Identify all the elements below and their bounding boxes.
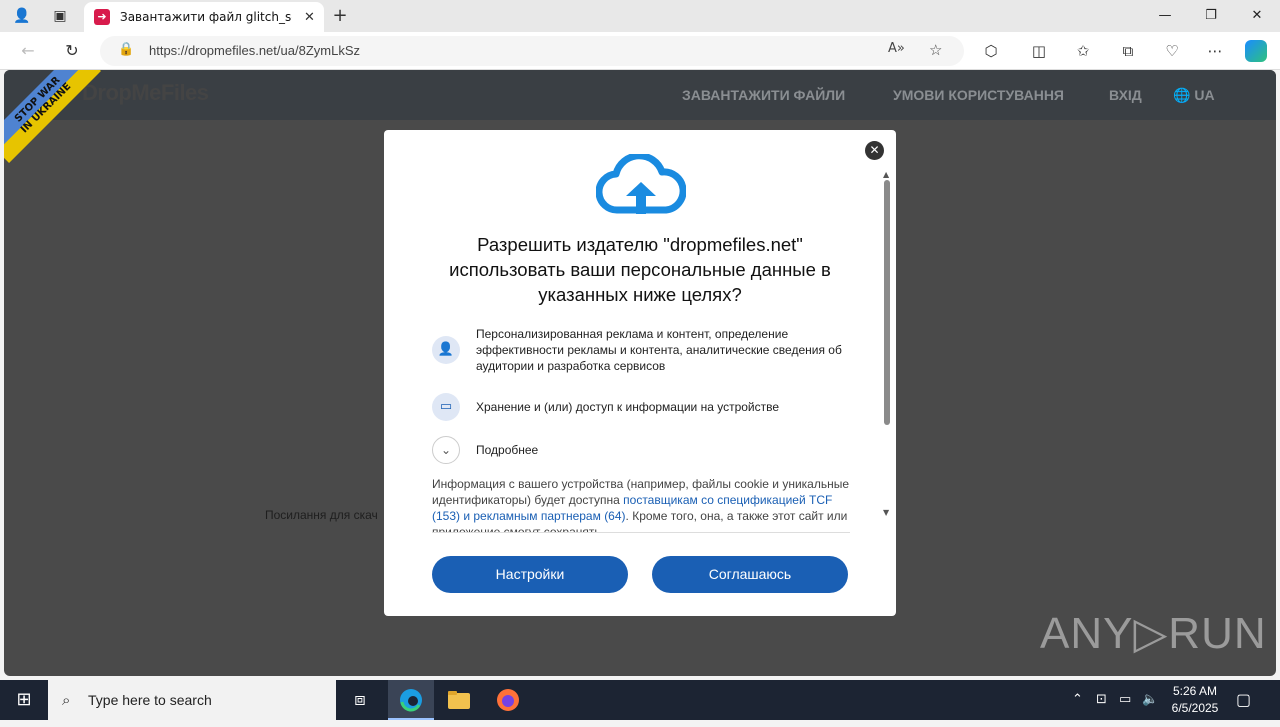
clock-date: 6/5/2025 [1171,701,1219,715]
search-placeholder: Type here to search [88,692,212,708]
purpose-text: Персонализированная реклама и контент, о… [476,327,842,373]
minimize-button[interactable]: — [1142,0,1188,32]
favorite-star-icon[interactable]: ☆ [929,41,942,59]
extensions-icon[interactable]: ⬡ [981,41,1001,61]
site-header: DropMeFiles ЗАВАНТАЖИТИ ФАЙЛИ УМОВИ КОРИ… [4,70,1276,120]
firefox-logo-icon [497,689,519,711]
display-icon[interactable]: ▭ [1119,692,1131,707]
new-tab-button[interactable]: + [330,6,350,26]
tray-overflow-icon[interactable]: ⌃ [1072,692,1083,707]
copilot-icon[interactable] [1245,40,1267,62]
windows-start-icon[interactable]: ⊞ [0,680,48,720]
dialog-title: Разрешить издателю "dropmefiles.net" исп… [449,234,831,305]
devices-icon: ▭ [432,393,460,421]
nav-language[interactable]: 🌐 UA [1173,87,1215,104]
dialog-close-button[interactable]: ✕ [865,141,884,160]
clock-time: 5:26 AM [1172,684,1218,698]
task-view-icon[interactable]: ⧈ [337,680,383,720]
more-menu-icon[interactable]: ⋯ [1205,41,1225,61]
file-explorer-icon[interactable] [436,680,482,720]
more-details-toggle[interactable]: ⌄ Подробнее [432,436,852,464]
person-icon: 👤 [432,336,460,364]
notifications-icon[interactable]: ▢ [1236,690,1251,709]
scroll-thumb[interactable] [884,180,890,425]
profile-icon[interactable]: 👤 [12,6,32,26]
tab-actions-icon[interactable]: ▣ [50,6,70,26]
firefox-app-icon[interactable] [485,680,531,720]
agree-button[interactable]: Соглашаюсь [652,556,848,593]
back-icon[interactable]: ← [17,40,39,62]
purpose-personalized-ads[interactable]: 👤 Персонализированная реклама и контент,… [432,326,852,374]
collections-icon[interactable]: ⧉ [1118,41,1138,61]
split-screen-icon[interactable]: ◫ [1029,41,1049,61]
tab-title: Завантажити файл glitch_screar [120,10,292,24]
refresh-icon[interactable]: ↻ [61,40,83,62]
chevron-down-icon: ⌄ [432,436,460,464]
url-text: https://dropmefiles.net/ua/8ZymLkSz [149,43,360,58]
maximize-button[interactable]: ❐ [1188,0,1234,32]
divider [432,532,850,533]
scroll-down-icon[interactable]: ▼ [883,508,889,517]
nav-login[interactable]: ВХІД [1109,87,1142,103]
nav-upload-files[interactable]: ЗАВАНТАЖИТИ ФАЙЛИ [682,87,845,103]
info-paragraph: Информация с вашего устройства (например… [432,476,850,532]
consent-dialog: ✕ Разрешить издателю "dropmefiles.net" и… [384,130,896,616]
search-icon: ⌕ [62,691,71,709]
site-favicon-icon: ➜ [94,9,110,25]
more-details-label: Подробнее [476,443,539,457]
dialog-scrollbar[interactable]: ▲ ▼ [883,170,891,517]
folder-icon [448,691,470,709]
tab-close-icon[interactable]: ✕ [304,10,315,25]
download-link-label: Посилання для скач [265,508,378,522]
purpose-device-storage[interactable]: ▭ Хранение и (или) доступ к информации н… [432,393,852,421]
windows-taskbar: ⊞ ⌕ Type here to search ⧈ ⌃ ⊡ ▭ 🔈 5:26 A… [0,680,1280,720]
url-field[interactable]: 🔒 https://dropmefiles.net/ua/8ZymLkSz A»… [100,36,964,66]
purpose-text: Хранение и (или) доступ к информации на … [476,400,780,414]
address-bar-row: ← ↻ 🔒 https://dropmefiles.net/ua/8ZymLkS… [0,32,1280,70]
window-close-button[interactable]: ✕ [1234,0,1280,32]
volume-icon[interactable]: 🔈 [1142,692,1158,707]
site-logo[interactable]: DropMeFiles [82,80,209,106]
favorites-icon[interactable]: ✩ [1073,41,1093,61]
logo-part-2: Files [160,80,209,105]
cloud-upload-icon [596,154,686,214]
read-aloud-icon[interactable]: A» [888,41,905,56]
taskbar-clock[interactable]: 5:26 AM 6/5/2025 [1160,683,1230,717]
network-status-icon[interactable]: ⊡ [1096,692,1107,707]
edge-logo-icon [400,689,422,712]
logo-part-1: DropMe [82,80,161,105]
taskbar-search[interactable]: ⌕ Type here to search [48,680,336,720]
browser-tab-bar: 👤 ▣ ➜ Завантажити файл glitch_screar ✕ +… [0,0,1280,32]
anyrun-watermark: ANY▷RUN [1040,609,1267,658]
nav-terms[interactable]: УМОВИ КОРИСТУВАННЯ [893,87,1064,103]
browser-essentials-icon[interactable]: ♡ [1162,41,1182,61]
lock-icon: 🔒 [118,42,135,57]
settings-button[interactable]: Настройки [432,556,628,593]
language-label: UA [1194,87,1215,103]
edge-app-icon[interactable] [388,680,434,720]
browser-tab[interactable]: ➜ Завантажити файл glitch_screar ✕ [84,2,324,32]
scroll-up-icon[interactable]: ▲ [883,170,889,179]
globe-icon: 🌐 [1173,87,1191,103]
